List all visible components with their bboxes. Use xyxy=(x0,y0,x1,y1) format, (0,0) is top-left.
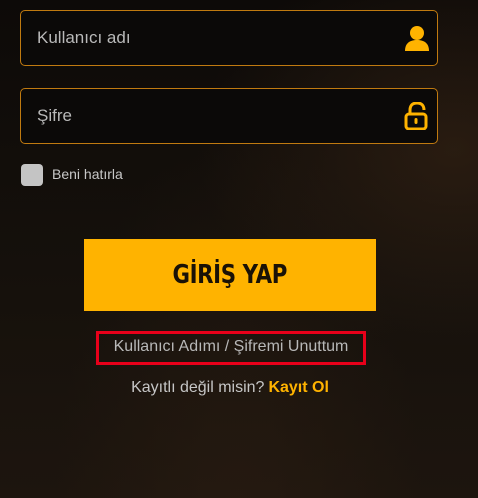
password-field xyxy=(20,88,438,144)
user-icon xyxy=(405,26,429,51)
username-field xyxy=(20,10,438,66)
remember-label: Beni hatırla xyxy=(52,166,123,182)
password-input[interactable] xyxy=(21,89,391,143)
forgot-credentials-link[interactable]: Kullanıcı Adımı / Şifremi Unuttum xyxy=(96,331,366,365)
register-link[interactable]: Kayıt Ol xyxy=(268,379,328,396)
username-input[interactable] xyxy=(21,11,391,65)
unlock-icon[interactable] xyxy=(404,102,430,130)
remember-checkbox[interactable] xyxy=(21,164,43,186)
login-button-label: GİRİŞ YAP xyxy=(172,260,288,290)
register-prompt: Kayıtlı değil misin? xyxy=(131,379,265,396)
register-prompt-line: Kayıtlı değil misin? Kayıt Ol xyxy=(0,379,460,397)
login-button[interactable]: GİRİŞ YAP xyxy=(84,239,376,311)
